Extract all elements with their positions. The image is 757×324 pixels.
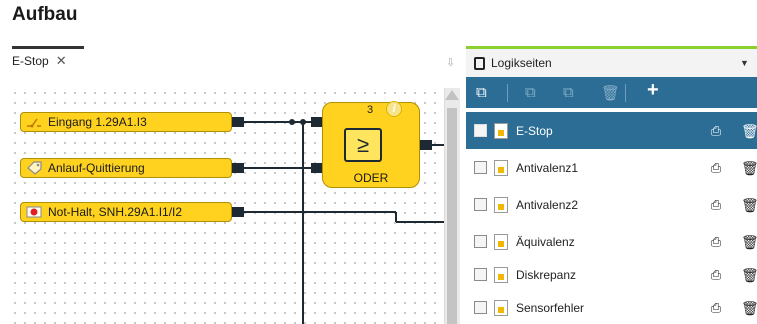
page-checkbox[interactable]: [474, 268, 487, 281]
page-checkbox[interactable]: [474, 124, 487, 137]
page-name: E-Stop: [516, 123, 553, 138]
list-item[interactable]: Diskrepanz ⎙ 🗑: [466, 256, 757, 293]
chevron-down-icon[interactable]: ▼: [740, 58, 749, 68]
list-item[interactable]: Antivalenz2 ⎙ 🗑: [466, 186, 757, 223]
add-page-button[interactable]: +: [647, 79, 659, 102]
or-gate-symbol: ≥: [344, 128, 382, 162]
export-page-icon[interactable]: ⎙: [709, 267, 723, 283]
output-port[interactable]: [232, 207, 244, 217]
copy-page-icon[interactable]: ⧉: [476, 84, 487, 101]
delete-icon[interactable]: 🗑: [601, 84, 620, 102]
list-item[interactable]: E-Stop ⎙ 🗑: [466, 112, 757, 149]
output-port[interactable]: [232, 163, 244, 173]
input-block-anlauf-quittierung[interactable]: Anlauf-Quittierung: [20, 158, 232, 178]
delete-page-icon[interactable]: 🗑: [741, 160, 757, 176]
export-page-icon[interactable]: ⎙: [709, 234, 723, 250]
input-block-eingang[interactable]: Eingang 1.29A1.I3: [20, 112, 232, 132]
page-name: Antivalenz2: [516, 197, 579, 212]
export-page-icon[interactable]: ⎙: [709, 197, 723, 213]
block-number: 3: [367, 104, 374, 116]
page-name: Diskrepanz: [516, 267, 577, 282]
page-name: Äquivalenz: [516, 234, 575, 249]
panel-title: Logikseiten: [491, 56, 552, 70]
page-checkbox[interactable]: [474, 301, 487, 314]
block-label: Anlauf-Quittierung: [48, 161, 145, 175]
switch-icon: [25, 115, 43, 129]
delete-page-icon[interactable]: 🗑: [741, 267, 757, 283]
paste-icon[interactable]: ⧉: [563, 84, 574, 101]
input-block-not-halt[interactable]: Not-Halt, SNH.29A1.I1/I2: [20, 202, 232, 222]
logic-page-icon: [494, 266, 508, 283]
logic-page-icon: [494, 159, 508, 176]
logic-pages-icon: [474, 56, 485, 70]
delete-page-icon[interactable]: 🗑: [741, 123, 757, 139]
info-icon[interactable]: i: [386, 101, 402, 117]
page-checkbox[interactable]: [474, 235, 487, 248]
block-type-label: ODER: [353, 171, 389, 185]
junction-dot: [289, 119, 295, 125]
toolbar-divider: [625, 84, 626, 102]
page-name: Antivalenz1: [516, 160, 579, 175]
page-name: Sensorfehler: [516, 300, 585, 315]
list-item[interactable]: Äquivalenz ⎙ 🗑: [466, 223, 757, 260]
delete-page-icon[interactable]: 🗑: [741, 197, 757, 213]
panel-header: Logikseiten: [466, 49, 757, 77]
tag-icon: [25, 161, 43, 175]
delete-page-icon[interactable]: 🗑: [741, 300, 757, 316]
delete-page-icon[interactable]: 🗑: [741, 234, 757, 250]
export-page-icon[interactable]: ⎙: [709, 123, 723, 139]
block-label: Eingang 1.29A1.I3: [48, 115, 147, 129]
duplicate-icon[interactable]: ⧉: [525, 84, 536, 101]
output-port[interactable]: [420, 140, 432, 150]
page-checkbox[interactable]: [474, 198, 487, 211]
logic-page-icon: [494, 122, 508, 139]
junction-dot: [300, 119, 306, 125]
export-page-icon[interactable]: ⎙: [709, 160, 723, 176]
logic-page-icon: [494, 233, 508, 250]
list-item[interactable]: Antivalenz1 ⎙ 🗑: [466, 149, 757, 186]
toolbar-divider: [507, 84, 508, 102]
logic-page-icon: [494, 196, 508, 213]
output-port[interactable]: [232, 117, 244, 127]
emergency-stop-icon: [25, 205, 43, 219]
logic-page-icon: [494, 299, 508, 316]
block-label: Not-Halt, SNH.29A1.I1/I2: [48, 205, 183, 219]
list-item[interactable]: Sensorfehler ⎙ 🗑: [466, 289, 757, 324]
page-checkbox[interactable]: [474, 161, 487, 174]
export-page-icon[interactable]: ⎙: [709, 300, 723, 316]
